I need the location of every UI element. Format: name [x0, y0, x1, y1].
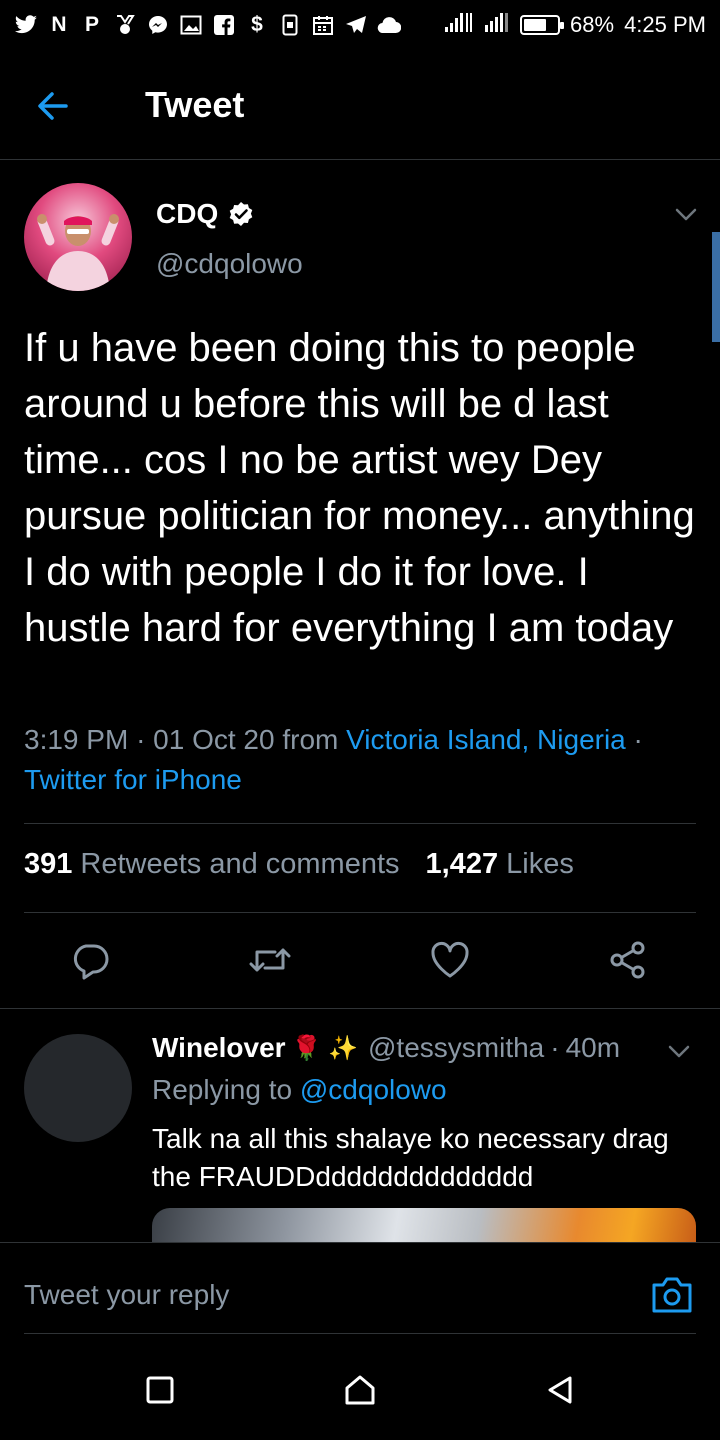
tweet-date: 01 Oct 20	[153, 724, 275, 755]
facebook-icon	[212, 13, 236, 37]
system-nav-bar	[0, 1334, 720, 1440]
gallery-icon	[179, 13, 203, 37]
cloud-icon	[377, 13, 401, 37]
page-title: Tweet	[145, 84, 245, 125]
reply-avatar[interactable]	[24, 1034, 132, 1142]
app-header: Tweet	[0, 50, 720, 160]
retweets-label: Retweets and comments	[80, 848, 400, 880]
reply-composer: Tweet your reply	[0, 1242, 720, 1334]
author-name[interactable]: CDQ	[156, 198, 254, 230]
verified-badge-icon	[228, 201, 254, 227]
status-bar: N P $ 68% 4:25 PM	[0, 0, 720, 50]
notification-icons: N P $	[14, 13, 401, 37]
likes-label: Likes	[506, 848, 574, 880]
reply-author-name[interactable]: Winelover	[152, 1032, 286, 1064]
divider	[0, 1008, 720, 1009]
tweet-text: If u have been doing this to people arou…	[24, 326, 695, 650]
reply-age: 40m	[565, 1032, 621, 1063]
author-avatar[interactable]	[24, 183, 132, 291]
replying-label: Replying to	[152, 1074, 293, 1105]
retweets-count: 391	[24, 848, 73, 880]
reply-input[interactable]: Tweet your reply	[24, 1279, 229, 1311]
from-label: from	[282, 724, 339, 755]
battery-percent: 68%	[570, 12, 615, 37]
back-arrow-icon[interactable]	[32, 86, 78, 126]
replying-to: Replying to @cdqolowo	[152, 1074, 447, 1106]
author-handle[interactable]: @cdqolowo	[156, 248, 303, 280]
reply-header: Winelover 🌹 ✨ @tessysmitha · 40m	[152, 1032, 620, 1064]
home-icon[interactable]	[344, 1374, 376, 1406]
retweets-stat[interactable]: 391 Retweets and comments	[24, 848, 400, 881]
reply-handle[interactable]: @tessysmitha	[368, 1032, 544, 1064]
clock: 4:25 PM	[624, 12, 706, 37]
divider	[24, 823, 696, 824]
retweet-icon[interactable]	[248, 938, 292, 982]
replying-to-link[interactable]: @cdqolowo	[300, 1074, 447, 1105]
reply-media-image[interactable]	[152, 1208, 696, 1242]
chevron-down-icon[interactable]	[666, 1038, 692, 1064]
reply-text: Talk na all this shalaye ko necessary dr…	[152, 1123, 669, 1192]
meta-separator-2: ·	[633, 724, 643, 755]
tweet-meta: 3:19 PM · 01 Oct 20 from Victoria Island…	[24, 720, 704, 800]
twitter-icon	[14, 13, 38, 37]
reply-name-emojis: 🌹 ✨	[291, 1034, 358, 1062]
signal-icon-2	[484, 11, 510, 39]
signal-icon	[444, 11, 474, 39]
messenger-icon	[146, 13, 170, 37]
nairaland-icon: N	[51, 13, 67, 36]
tweet-time: 3:19 PM	[24, 724, 129, 755]
share-icon[interactable]	[606, 938, 650, 982]
chevron-down-icon[interactable]	[672, 200, 700, 228]
author-name-text: CDQ	[156, 198, 219, 229]
likes-count: 1,427	[425, 848, 499, 880]
tweet-stats: 391 Retweets and comments 1,427 Likes	[24, 848, 574, 881]
scrollbar[interactable]	[712, 232, 720, 342]
back-icon[interactable]	[544, 1374, 576, 1406]
pinterest-icon: P	[84, 13, 99, 36]
money-icon: $	[251, 13, 263, 36]
calendar-icon	[311, 13, 335, 37]
battery-icon	[520, 15, 565, 35]
reply-separator: ·	[550, 1032, 560, 1063]
source-link[interactable]: Twitter for iPhone	[24, 764, 242, 795]
like-icon[interactable]	[428, 938, 472, 982]
telegram-icon	[344, 13, 368, 37]
status-right: 68% 4:25 PM	[444, 11, 706, 39]
medal-icon	[113, 13, 137, 37]
divider	[24, 912, 696, 913]
likes-stat[interactable]: 1,427 Likes	[426, 848, 574, 881]
sim-icon	[278, 13, 302, 37]
camera-icon[interactable]	[650, 1275, 694, 1315]
meta-separator: ·	[136, 724, 146, 755]
reply-icon[interactable]	[68, 938, 112, 982]
tweet-actions	[0, 938, 720, 986]
recents-icon[interactable]	[144, 1374, 176, 1406]
location-link[interactable]: Victoria Island, Nigeria	[346, 724, 626, 755]
